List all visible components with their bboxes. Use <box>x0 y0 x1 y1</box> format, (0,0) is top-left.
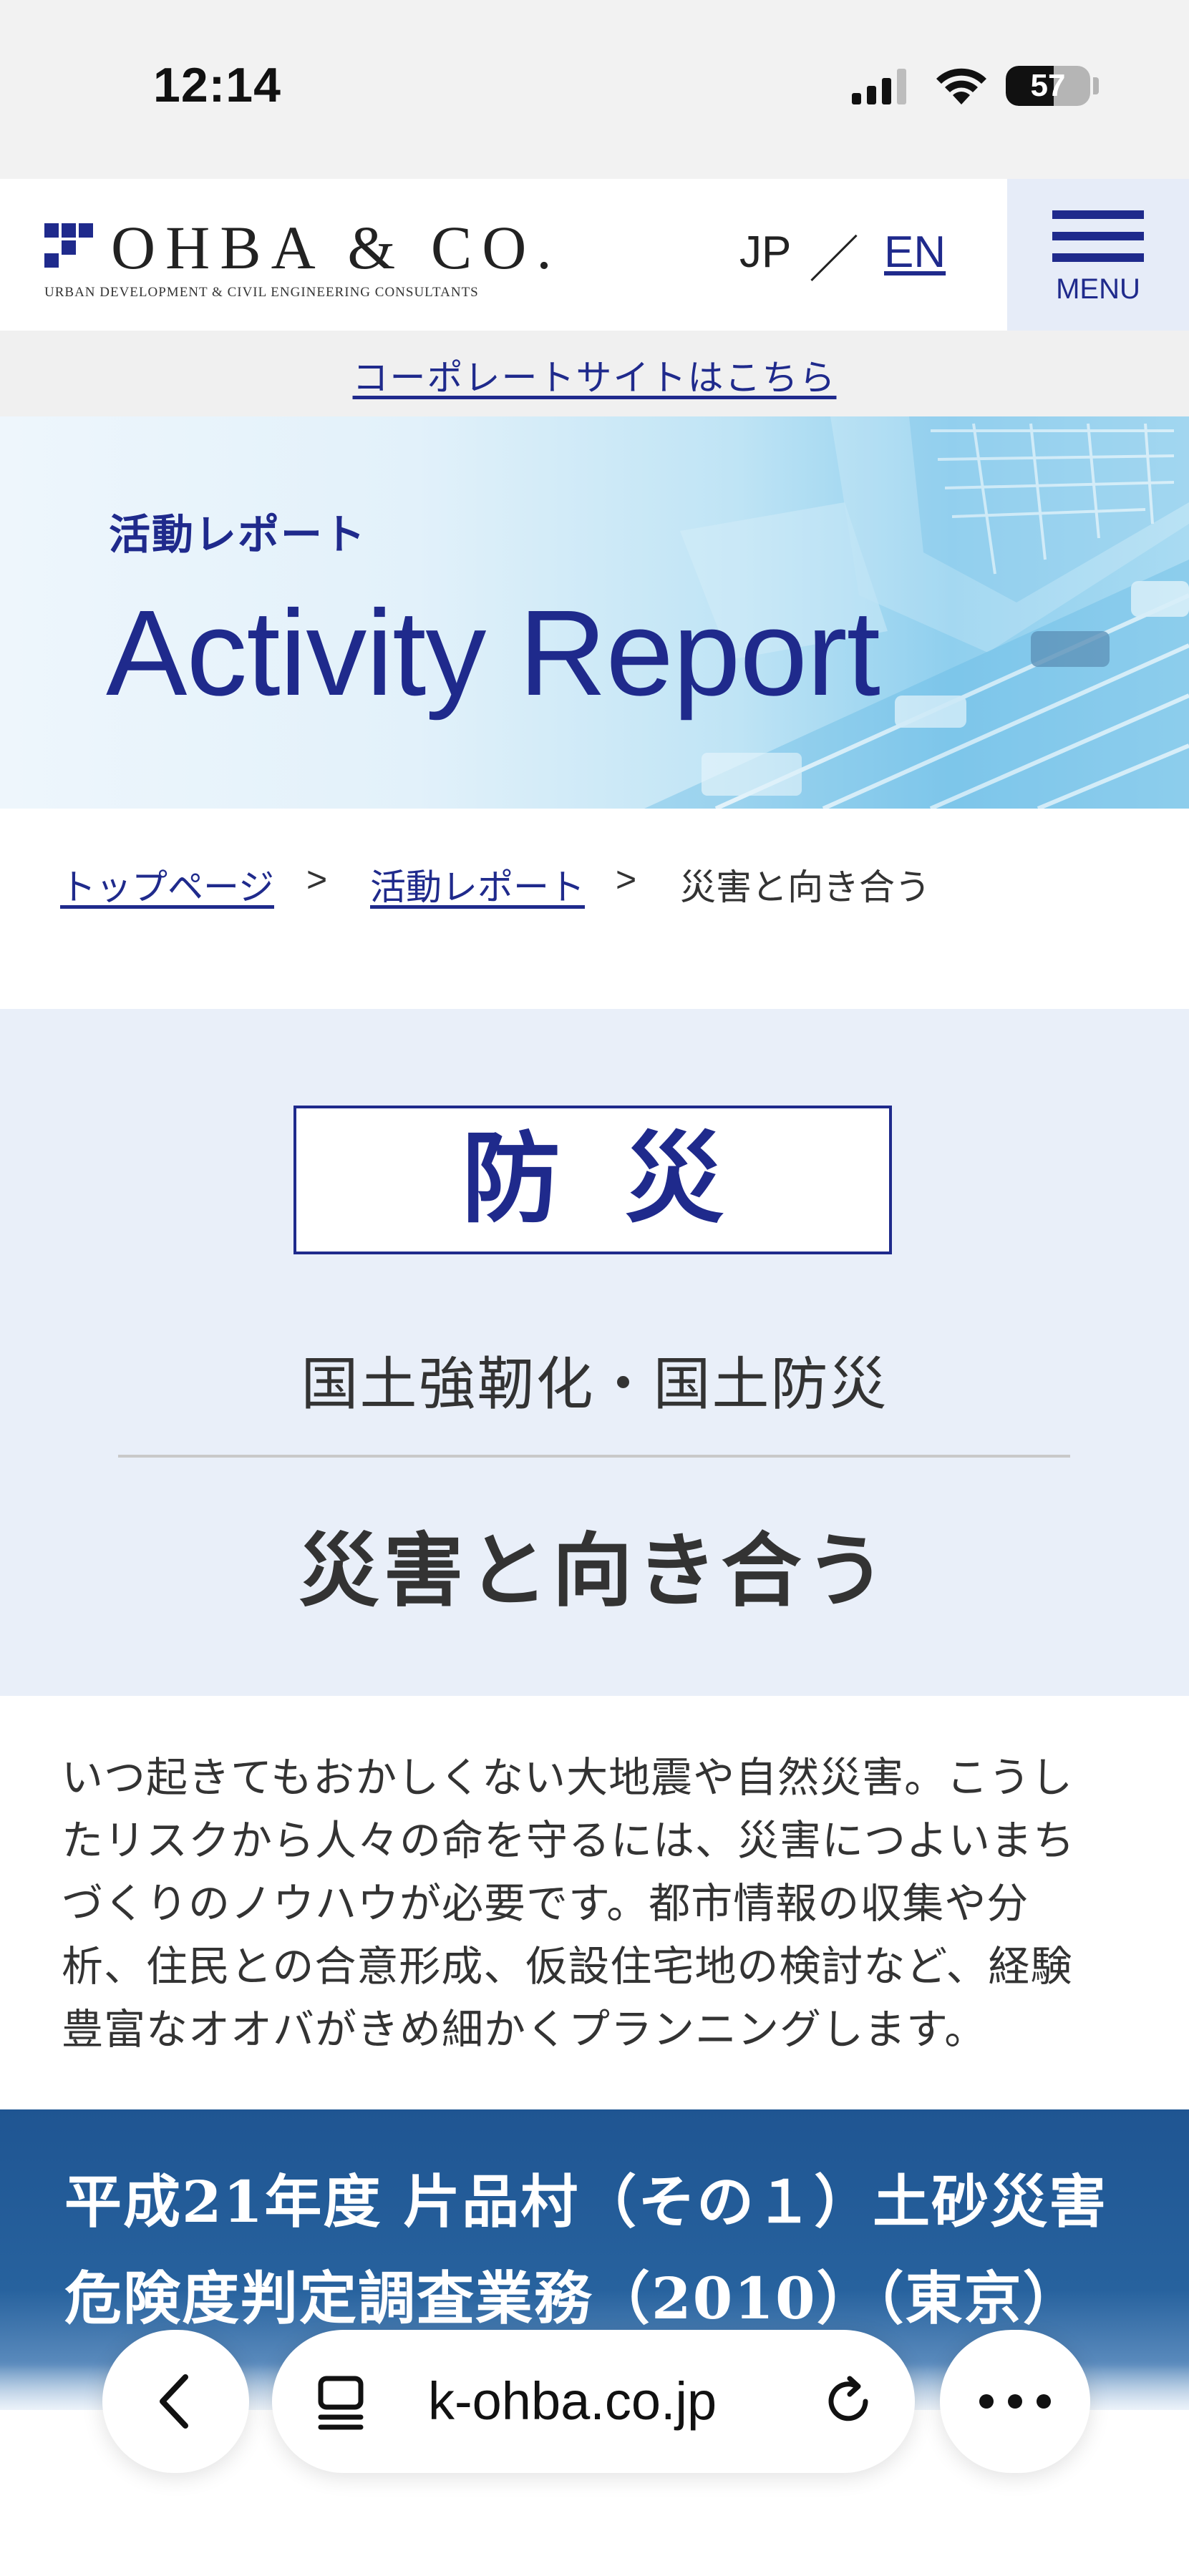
battery-level-text: 57 <box>1030 68 1066 103</box>
sub-category: 国土強靭化・国土防災 <box>301 1351 888 1418</box>
logo-subtitle: URBAN DEVELOPMENT & CIVIL ENGINEERING CO… <box>44 285 479 300</box>
reload-icon[interactable] <box>818 2371 878 2431</box>
project-title-line: 平成21年度 片品村（その１）土砂災害 <box>64 2168 1108 2235</box>
chevron-left-icon <box>160 2374 188 2429</box>
address-bar[interactable]: k-ohba.co.jp <box>272 2330 915 2473</box>
heading-divider <box>118 1455 1070 1458</box>
battery-tip <box>1093 77 1099 94</box>
menu-label: MENU <box>1056 273 1140 305</box>
wifi-icon <box>936 68 986 104</box>
logo-mark-icon[interactable] <box>44 223 93 268</box>
breadcrumb-separator: > <box>306 859 328 899</box>
back-button[interactable] <box>102 2330 249 2473</box>
body-line: いつ起きてもおかしくない大地震や自然災害。こうし <box>62 1753 1074 1802</box>
corporate-link-bar: コーポレートサイトはこちら <box>0 331 1189 416</box>
page-title: 災害と向き合う <box>299 1524 890 1618</box>
category-label: 防災 <box>461 1125 788 1234</box>
page-menu-icon <box>318 2376 364 2430</box>
more-dots-icon <box>979 2394 1051 2409</box>
breadcrumb-activity-link[interactable]: 活動レポート <box>370 859 585 910</box>
body-line: 析、住民との合意形成、仮設住宅地の検討など、経験 <box>62 1942 1073 1991</box>
battery-icon: 57 <box>1006 66 1090 106</box>
article-body: いつ起きてもおかしくない大地震や自然災害。こうし たリスクから人々の命を守るには… <box>62 1746 1135 2061</box>
hamburger-icon <box>1052 210 1144 219</box>
body-line: づくりのノウハウが必要です。都市情報の収集や分 <box>62 1879 1029 1928</box>
more-options-button[interactable] <box>940 2330 1090 2473</box>
breadcrumb-top-link[interactable]: トップページ <box>60 859 274 910</box>
hamburger-icon-line <box>1052 232 1144 240</box>
breadcrumb-separator: > <box>616 859 637 899</box>
status-time: 12:14 <box>153 58 281 112</box>
language-separator: ／ <box>809 232 859 288</box>
language-jp: JP <box>739 228 792 277</box>
breadcrumb-current: 災害と向き合う <box>680 867 931 907</box>
cellular-signal-icon <box>852 69 906 104</box>
language-en-link[interactable]: EN <box>884 227 946 278</box>
body-line: 豊富なオオバがきめ細かくプランニングします。 <box>62 2005 987 2054</box>
logo-text[interactable]: OHBA & CO. <box>111 212 562 283</box>
body-line: たリスクから人々の命を守るには、災害につよいまち <box>62 1816 1076 1865</box>
project-title: 平成21年度 片品村（その１）土砂災害 危険度判定調査業務（2010）（東京） <box>64 2154 1152 2347</box>
menu-button[interactable]: MENU <box>1007 179 1189 331</box>
hero-subtitle: 活動レポート <box>109 512 367 558</box>
hero-title: Activity Report <box>106 585 880 721</box>
hamburger-icon-line <box>1052 253 1144 262</box>
url-text: k-ohba.co.jp <box>428 2371 717 2431</box>
corporate-site-link[interactable]: コーポレートサイトはこちら <box>353 349 837 401</box>
category-badge: 防災 <box>293 1106 892 1254</box>
